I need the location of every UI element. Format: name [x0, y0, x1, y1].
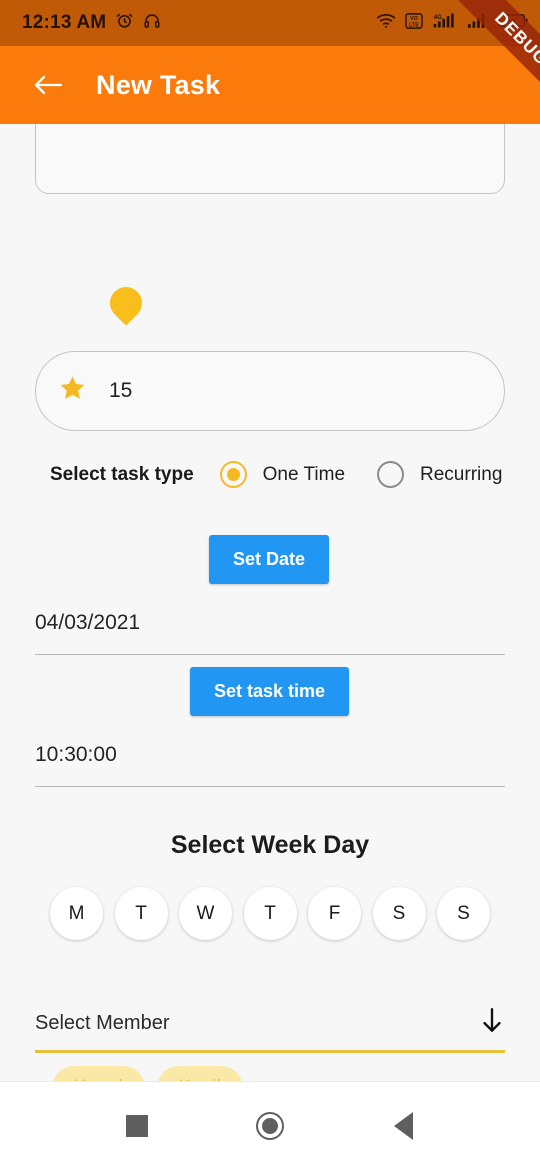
radio-label-one-time: One Time [262, 463, 346, 485]
status-bar: 12:13 AM VO LTE 4G 60 [0, 0, 540, 46]
back-button[interactable] [26, 63, 70, 107]
set-task-time-button[interactable]: Set task time [190, 667, 350, 716]
week-day-chip-monday[interactable]: M [50, 887, 103, 940]
circle-home-icon [255, 1112, 284, 1140]
week-day-chip-saturday[interactable]: S [372, 887, 426, 940]
week-day-chip-wednesday[interactable]: W [179, 887, 232, 940]
back-arrow-icon [34, 75, 63, 95]
week-day-selector: M T W T F S S [50, 887, 490, 940]
radio-option-recurring[interactable]: Recurring [377, 461, 502, 488]
task-type-label: Select task type [50, 463, 194, 485]
android-navigation-bar [0, 1081, 540, 1170]
time-field-underline [35, 786, 505, 787]
week-day-chip-sunday[interactable]: S [437, 887, 490, 940]
date-field-underline [35, 654, 505, 655]
svg-text:VO: VO [410, 16, 418, 22]
radio-option-one-time[interactable]: One Time [219, 461, 346, 488]
week-day-chip-tuesday[interactable]: T [114, 887, 168, 940]
points-row: 15 [58, 374, 132, 408]
week-day-title: Select Week Day [170, 831, 370, 859]
svg-text:4G: 4G [434, 15, 442, 21]
signal-bars-icon: 4G [432, 12, 458, 34]
status-bar-right: VO LTE 4G 60 [376, 12, 528, 34]
status-bar-clock: 12:13 AM [22, 12, 107, 33]
radio-icon-unselected [377, 461, 405, 488]
arrow-down-icon [479, 1006, 505, 1041]
svg-text:LTE: LTE [409, 22, 419, 28]
points-value: 15 [109, 379, 133, 402]
form-scroll-area[interactable]: 15 Select task type One Time Recurring S… [0, 124, 540, 1135]
signal-bars-icon-secondary [467, 12, 489, 34]
nav-home-button[interactable] [242, 1098, 298, 1154]
select-member-label: Select Member [35, 1011, 170, 1034]
radio-label-recurring: Recurring [420, 463, 503, 485]
volte-icon: VO LTE [405, 12, 423, 34]
battery-icon: 60 [498, 12, 528, 34]
wifi-icon [376, 13, 396, 34]
battery-level-label: 60 [507, 17, 515, 26]
headphones-icon [143, 12, 161, 35]
task-points-box[interactable]: 15 [35, 351, 505, 431]
triangle-back-icon [393, 1112, 413, 1140]
radio-icon-selected [219, 461, 247, 488]
app-screen: 12:13 AM VO LTE 4G 60 DEBUG New Task 15 … [0, 0, 540, 1170]
alarm-clock-icon [115, 11, 134, 35]
page-title: New Task [96, 69, 221, 100]
square-recents-icon [125, 1115, 148, 1137]
nav-recents-button[interactable] [109, 1098, 165, 1154]
points-slider-thumb[interactable] [103, 280, 149, 326]
nav-back-button[interactable] [375, 1098, 431, 1154]
status-bar-left: 12:13 AM [22, 11, 161, 35]
selected-time-value: 10:30:00 [35, 743, 117, 766]
task-type-row: Select task type One Time Recurring [50, 461, 502, 488]
task-description-field[interactable] [35, 124, 505, 194]
set-date-button[interactable]: Set Date [209, 535, 330, 584]
selected-date-value: 04/03/2021 [35, 611, 141, 634]
week-day-chip-friday[interactable]: F [308, 887, 361, 940]
week-day-chip-thursday[interactable]: T [243, 887, 297, 940]
app-bar: New Task [0, 46, 540, 124]
select-member-dropdown[interactable]: Select Member [35, 1002, 505, 1044]
star-icon [58, 374, 87, 408]
select-member-underline [35, 1050, 505, 1053]
